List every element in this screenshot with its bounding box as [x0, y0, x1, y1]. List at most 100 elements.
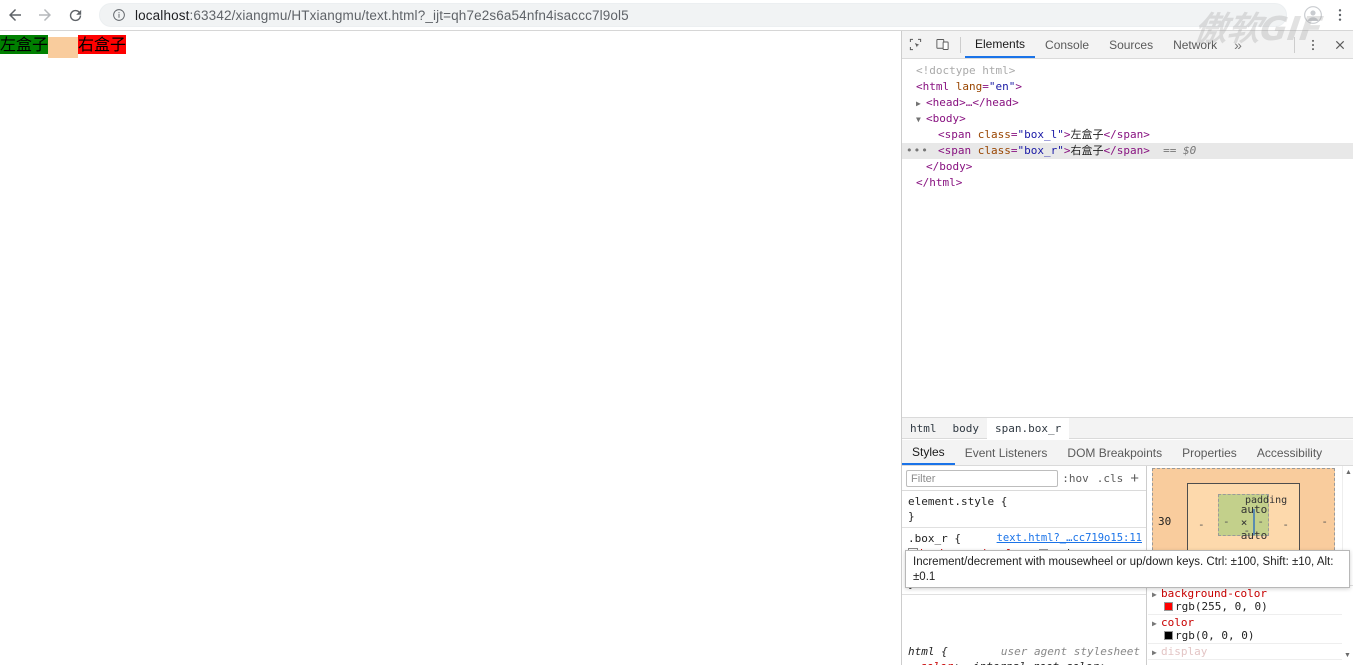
dom-row-span-right[interactable]: ••• <span class="box_r">右盒子</span> == $0	[902, 143, 1353, 159]
computed-value-text-background-color: rgb(255, 0, 0)	[1175, 600, 1268, 613]
breadcrumb: html body span.box_r	[902, 417, 1353, 439]
scroll-down-arrow-icon[interactable]: ▼	[1343, 651, 1352, 661]
dom-tree[interactable]: <!doctype html> <html lang="en"> ▶ <head>…	[902, 59, 1353, 417]
element-classes-button[interactable]: .cls	[1093, 472, 1128, 485]
body-close-tag: </body>	[926, 160, 973, 173]
tab-dom-breakpoints[interactable]: DOM Breakpoints	[1057, 440, 1172, 465]
span-close-left: </span>	[1103, 128, 1150, 141]
tab-event-listeners[interactable]: Event Listeners	[955, 440, 1058, 465]
computed-swatch-background-color	[1164, 602, 1173, 611]
computed-name-color: color	[1161, 616, 1195, 629]
computed-swatch-color	[1164, 631, 1173, 640]
expand-triangle-background-color-icon[interactable]: ▶	[1152, 590, 1161, 599]
expand-triangle-color-icon[interactable]: ▶	[1152, 619, 1161, 628]
tab-elements[interactable]: Elements	[965, 31, 1036, 58]
dom-row-body-close[interactable]: </body>	[902, 159, 1353, 175]
box-model-margin-left[interactable]: 30	[1158, 515, 1171, 528]
expand-triangle-display-icon[interactable]: ▶	[1152, 648, 1161, 657]
computed-list-scrollbar[interactable]: ▼	[1342, 586, 1353, 665]
declaration-color-ua[interactable]: color: -internal-root-color;	[908, 659, 1146, 665]
box-model-content-size[interactable]: auto × auto	[1241, 503, 1268, 542]
dom-row-html-close[interactable]: </html>	[902, 175, 1353, 191]
class-attr-left: class	[977, 128, 1011, 141]
rule-selector-box-r[interactable]: .box_r {	[908, 532, 961, 545]
new-style-rule-button[interactable]: +	[1127, 470, 1142, 487]
scroll-up-arrow-icon[interactable]: ▲	[1344, 468, 1353, 478]
span-close-right: </span>	[1103, 144, 1150, 157]
class-value-left: "box_l"	[1017, 128, 1064, 141]
box-model-padding-bottom[interactable]: -	[1244, 524, 1251, 537]
computed-name-background-color: background-color	[1161, 587, 1267, 600]
device-toolbar-button[interactable]	[929, 31, 956, 58]
tab-styles[interactable]: Styles	[902, 440, 955, 465]
tab-accessibility[interactable]: Accessibility	[1247, 440, 1332, 465]
breadcrumb-item-html[interactable]: html	[902, 418, 945, 439]
property-value-color[interactable]: -internal-root-color	[966, 660, 1098, 665]
tab-console[interactable]: Console	[1035, 31, 1099, 58]
computed-row-display[interactable]: ▶ display	[1148, 644, 1353, 660]
computed-value-color: rgb(0, 0, 0)	[1152, 629, 1353, 642]
devtools-menu-kebab-icon	[1311, 39, 1314, 50]
profile-avatar-icon	[1304, 6, 1322, 24]
row-ellipsis-icon[interactable]: •••	[906, 143, 929, 159]
back-button[interactable]	[0, 0, 30, 30]
tab-properties[interactable]: Properties	[1172, 440, 1247, 465]
browser-toolbar: localhost:63342/xiangmu/HTxiangmu/text.h…	[0, 0, 1353, 31]
url-text: localhost:63342/xiangmu/HTxiangmu/text.h…	[135, 8, 629, 23]
rule-selector-html[interactable]: html {	[908, 645, 948, 658]
tab-sources[interactable]: Sources	[1099, 31, 1163, 58]
property-name-color[interactable]: color	[920, 660, 953, 665]
span-tag-right: <span	[938, 144, 972, 157]
inspect-element-button[interactable]	[902, 31, 929, 58]
tab-network[interactable]: Network	[1163, 31, 1227, 58]
rule-selector-element-style: element.style {	[908, 495, 1008, 508]
rule-source-link-box-r[interactable]: text.html?_…cc719o15:11	[997, 531, 1142, 546]
computed-row-color[interactable]: ▶ color rgb(0, 0, 0)	[1148, 615, 1353, 644]
dom-row-doctype[interactable]: <!doctype html>	[902, 63, 1353, 79]
box-model-border-left[interactable]: -	[1198, 518, 1205, 531]
forward-button[interactable]	[30, 0, 60, 30]
head-tag: <head>…</head>	[926, 96, 1019, 109]
devtools-toolbar: Elements Console Sources Network »	[902, 31, 1353, 59]
device-toolbar-icon	[936, 39, 949, 50]
collapse-arrow-body-icon[interactable]: ▼	[916, 112, 926, 128]
dom-row-span-left[interactable]: <span class="box_l">左盒子</span>	[902, 127, 1353, 143]
breadcrumb-item-body[interactable]: body	[945, 418, 988, 439]
box-model-padding-area[interactable]: padding auto × auto - - -	[1218, 494, 1287, 542]
dom-row-body-open[interactable]: ▼ <body>	[902, 111, 1353, 127]
expand-arrow-head-icon[interactable]: ▶	[916, 96, 926, 112]
reload-button[interactable]	[60, 0, 90, 30]
chrome-menu-button[interactable]	[1327, 0, 1353, 30]
box-model-border-right[interactable]: -	[1282, 518, 1289, 531]
url-host: localhost	[135, 7, 190, 23]
box-model-margin-right[interactable]: -	[1321, 515, 1328, 528]
computed-name-display: display	[1161, 645, 1208, 658]
dom-row-head[interactable]: ▶ <head>…</head>	[902, 95, 1353, 111]
close-devtools-button[interactable]	[1326, 31, 1353, 58]
arrow-right-icon	[39, 9, 51, 21]
address-bar[interactable]: localhost:63342/xiangmu/HTxiangmu/text.h…	[99, 3, 1287, 27]
info-circle-icon[interactable]	[112, 8, 126, 22]
left-inner-text: 左盒子	[1070, 128, 1104, 141]
computed-value-background-color: rgb(255, 0, 0)	[1152, 600, 1353, 613]
html-tag: <html	[916, 80, 950, 93]
profile-avatar-button[interactable]	[1299, 1, 1327, 29]
dom-row-html-open[interactable]: <html lang="en">	[902, 79, 1353, 95]
left-box-span: 左盒子	[0, 35, 49, 54]
more-tabs-button[interactable]: »	[1227, 31, 1249, 58]
breadcrumb-item-span-box-r[interactable]: span.box_r	[987, 417, 1070, 439]
margin-highlight-overlay	[48, 37, 79, 58]
computed-row-background-color[interactable]: ▶ background-color rgb(255, 0, 0)	[1148, 586, 1353, 615]
lang-attr: lang	[955, 80, 983, 93]
filter-input[interactable]: Filter	[906, 469, 1059, 487]
hover-state-button[interactable]: :hov	[1058, 472, 1093, 485]
arrow-left-icon	[9, 9, 21, 21]
devtools-menu-button[interactable]	[1299, 31, 1326, 58]
chrome-menu-kebab-icon	[1338, 9, 1342, 21]
box-model-padding-left[interactable]: -	[1223, 515, 1230, 528]
rule-element-style[interactable]: element.style { }	[902, 491, 1146, 528]
box-model-padding-right[interactable]: -	[1257, 515, 1264, 528]
styles-toolbar: Filter :hov .cls +	[902, 466, 1146, 491]
sidebar-tabs: Styles Event Listeners DOM Breakpoints P…	[902, 440, 1353, 466]
rule-html-ua[interactable]: user agent stylesheet html { color: -int…	[902, 641, 1146, 665]
